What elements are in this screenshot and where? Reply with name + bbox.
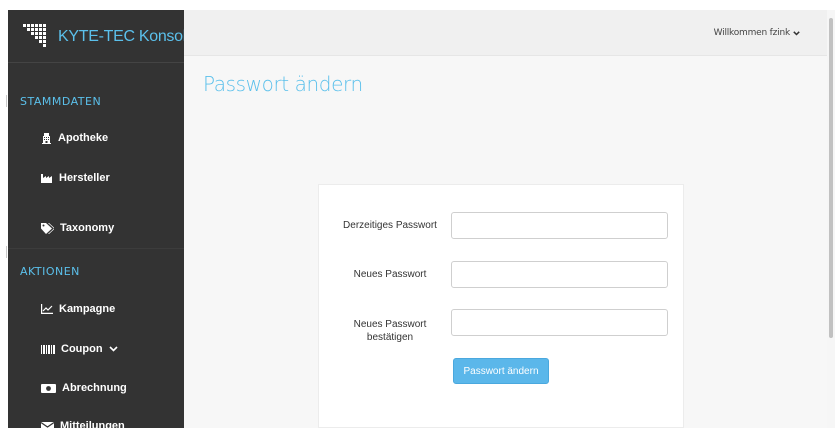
- section-title-stammdaten: STAMMDATEN: [20, 95, 102, 108]
- sidebar: KYTE-TEC Konsole STAMMDATEN Apotheke Her…: [8, 10, 184, 428]
- sidebar-item-label: Mitteilungen: [60, 420, 125, 428]
- confirm-password-field[interactable]: [451, 309, 668, 336]
- main-content: Willkommen fzink Passwort ändern Derzeit…: [184, 10, 827, 428]
- page-title: Passwort ändern: [203, 72, 363, 96]
- factory-icon: [41, 174, 52, 183]
- logo-icon: [23, 24, 46, 47]
- top-bar: Willkommen fzink: [184, 10, 827, 56]
- sidebar-item-label: Hersteller: [59, 172, 110, 184]
- divider: [6, 95, 7, 107]
- scrollbar-thumb[interactable]: [829, 18, 833, 338]
- sidebar-item-mitteilungen[interactable]: Mitteilungen: [41, 420, 125, 428]
- divider: [8, 62, 184, 63]
- chevron-down-icon: [108, 346, 118, 352]
- sidebar-item-hersteller[interactable]: Hersteller: [41, 172, 110, 184]
- new-password-field[interactable]: [451, 261, 668, 288]
- confirm-password-label: Neues Passwort bestätigen: [339, 318, 441, 344]
- user-menu[interactable]: Willkommen fzink: [714, 28, 800, 38]
- line-chart-icon: [41, 304, 53, 314]
- sidebar-item-kampagne[interactable]: Kampagne: [41, 303, 115, 315]
- building-icon: [42, 132, 51, 144]
- password-form: Derzeitiges Passwort Neues Passwort Neue…: [318, 184, 684, 428]
- sidebar-item-label: Coupon: [61, 343, 103, 355]
- sidebar-item-taxonomy[interactable]: Taxonomy: [41, 222, 114, 234]
- new-password-label: Neues Passwort: [353, 269, 427, 280]
- brand[interactable]: KYTE-TEC Konsole: [8, 10, 184, 62]
- sidebar-item-apotheke[interactable]: Apotheke: [41, 132, 108, 144]
- sidebar-item-coupon[interactable]: Coupon: [41, 343, 118, 355]
- sidebar-item-label: Kampagne: [59, 303, 116, 315]
- confirm-password-label-line2: bestätigen: [366, 332, 414, 343]
- sidebar-item-label: Abrechnung: [62, 382, 127, 394]
- sidebar-item-label: Taxonomy: [60, 222, 115, 234]
- confirm-password-label-line1: Neues Passwort: [353, 319, 427, 330]
- scrollbar[interactable]: [827, 10, 835, 428]
- chevron-down-icon: [793, 30, 800, 36]
- brand-name: KYTE-TEC Konsole: [58, 28, 184, 45]
- current-password-field[interactable]: [451, 212, 668, 239]
- envelope-icon: [41, 421, 54, 428]
- change-password-button[interactable]: Passwort ändern: [453, 358, 549, 384]
- barcode-icon: [41, 344, 55, 354]
- money-icon: [41, 383, 56, 393]
- divider: [6, 246, 7, 258]
- left-edge: [0, 0, 8, 428]
- divider: [8, 248, 184, 249]
- welcome-text: Willkommen fzink: [713, 28, 791, 38]
- current-password-label: Derzeitiges Passwort: [343, 220, 437, 231]
- sidebar-item-label: Apotheke: [58, 132, 109, 144]
- tags-icon: [41, 222, 54, 234]
- sidebar-item-abrechnung[interactable]: Abrechnung: [41, 382, 127, 394]
- section-title-aktionen: AKTIONEN: [20, 265, 80, 278]
